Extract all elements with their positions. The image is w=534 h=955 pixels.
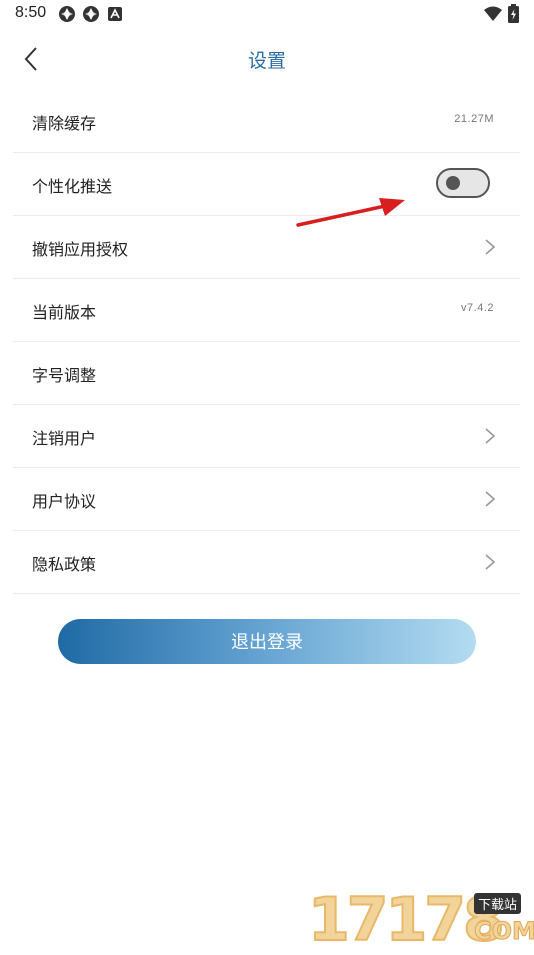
- wifi-icon: [484, 6, 502, 21]
- status-time: 8:50: [15, 4, 47, 21]
- personalized-push-toggle[interactable]: [436, 168, 490, 198]
- version-value: v7.4.2: [461, 302, 494, 314]
- nav-bar: 设置: [0, 32, 534, 86]
- setting-delete-account[interactable]: 注销用户: [13, 405, 520, 468]
- setting-label: 隐私政策: [32, 555, 97, 574]
- watermark-domain: COM: [474, 917, 534, 945]
- chevron-right-icon: [485, 428, 496, 444]
- status-bar: 8:50: [0, 0, 534, 28]
- setting-label: 注销用户: [32, 429, 97, 448]
- setting-user-agreement[interactable]: 用户协议: [13, 468, 520, 531]
- setting-label: 字号调整: [32, 366, 97, 385]
- watermark-digits: 17178: [307, 885, 506, 955]
- vpn-icon: [59, 6, 75, 22]
- setting-label: 当前版本: [32, 303, 97, 322]
- setting-current-version: 当前版本 v7.4.2: [13, 279, 520, 342]
- setting-label: 个性化推送: [32, 177, 113, 196]
- setting-label: 清除缓存: [32, 114, 97, 133]
- watermark-badge: 下载站: [474, 893, 522, 914]
- chevron-right-icon: [485, 239, 496, 255]
- setting-clear-cache[interactable]: 清除缓存 21.27M: [13, 90, 520, 153]
- settings-list: 清除缓存 21.27M 个性化推送 撤销应用授权 当前版本 v7.4.2 字号调…: [13, 90, 520, 594]
- chevron-right-icon: [485, 554, 496, 570]
- battery-charging-icon: [508, 4, 519, 23]
- notification-a-icon: [108, 7, 122, 21]
- chevron-right-icon: [485, 491, 496, 507]
- setting-label: 用户协议: [32, 492, 97, 511]
- vpn-icon: [83, 6, 99, 22]
- annotation-arrow-icon: [296, 198, 405, 227]
- setting-revoke-authorization[interactable]: 撤销应用授权: [13, 216, 520, 279]
- cache-size-value: 21.27M: [454, 113, 494, 125]
- setting-label: 撤销应用授权: [32, 240, 129, 259]
- toggle-knob: [446, 176, 460, 190]
- setting-font-size[interactable]: 字号调整: [13, 342, 520, 405]
- logout-button[interactable]: 退出登录: [58, 619, 476, 664]
- setting-personalized-push: 个性化推送: [13, 153, 520, 216]
- watermark-logo: 17178 下载站 COM: [307, 882, 534, 955]
- setting-privacy-policy[interactable]: 隐私政策: [13, 531, 520, 594]
- page-title: 设置: [247, 50, 286, 72]
